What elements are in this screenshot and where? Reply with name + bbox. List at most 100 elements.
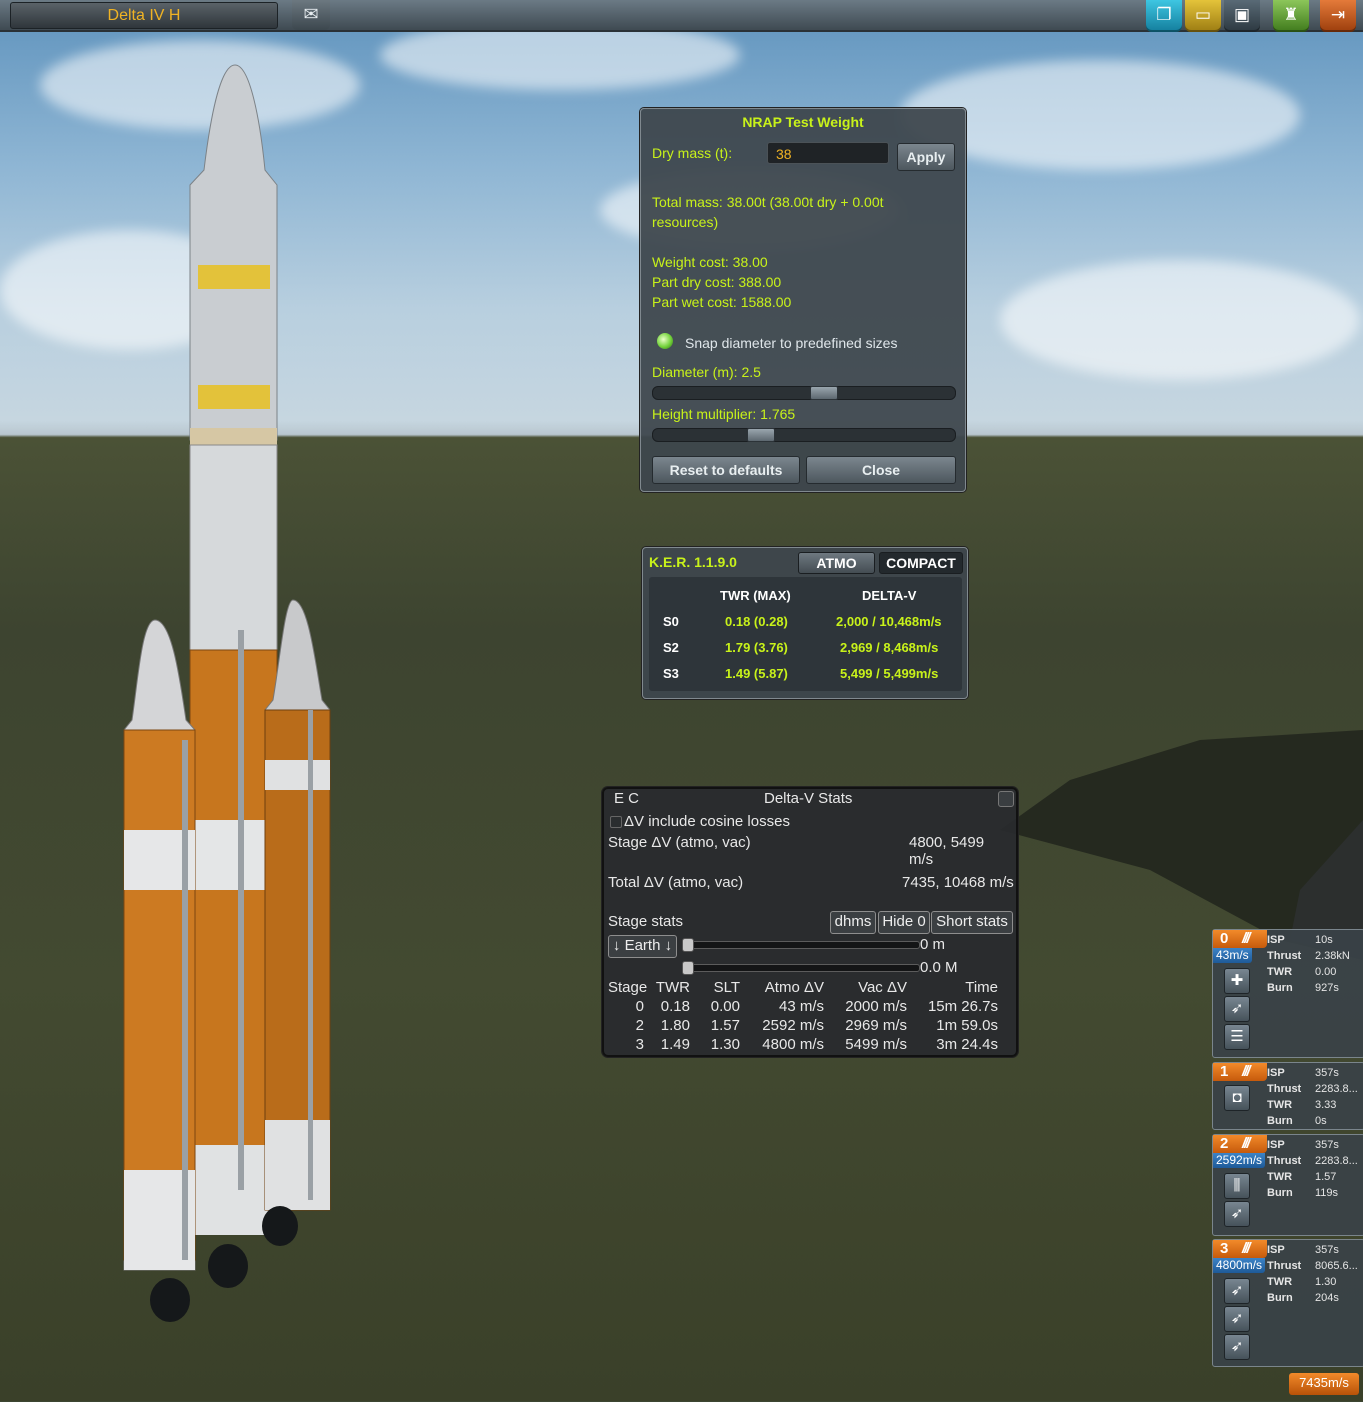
twr-value: 1.49 (5.87) — [725, 666, 788, 681]
stage-stat-label: TWR — [1267, 966, 1293, 978]
stage-stat-value: 204s — [1315, 1292, 1339, 1304]
ec-toggle[interactable]: E C — [614, 790, 639, 807]
diameter-label: Diameter (m): 2.5 — [652, 364, 761, 380]
stage-stats-label: Stage stats — [608, 913, 684, 930]
table-header-cell: TWR — [655, 979, 690, 996]
nrap-test-weight-window: NRAP Test Weight Dry mass (t): 38 Apply … — [640, 108, 966, 492]
short-stats-button[interactable]: Short stats — [931, 911, 1013, 934]
body-selector[interactable]: ↓ Earth ↓ — [608, 935, 677, 958]
stage-group-1[interactable]: 1 /// ISP 357s Thrust 2283.8... TWR 3.33 Burn 0s ◘ — [1212, 1062, 1363, 1130]
snap-diameter-toggle[interactable] — [657, 333, 673, 349]
table-cell: 43 m/s — [778, 998, 824, 1015]
dry-mass-input[interactable]: 38 — [767, 142, 889, 164]
twr-header: TWR (MAX) — [720, 588, 791, 603]
table-header-cell: Stage — [608, 979, 648, 996]
weight-cost-text: Weight cost: 38.00 — [652, 254, 768, 270]
cosine-checkbox[interactable] — [610, 816, 622, 828]
envelope-icon[interactable]: ✉ — [292, 0, 330, 30]
stage-index: 1 — [1220, 1063, 1229, 1080]
stage-stat-value: 357s — [1315, 1067, 1339, 1079]
delta-v-header: DELTA-V — [862, 588, 917, 603]
stage-stat-value: 2283.8... — [1315, 1083, 1358, 1095]
table-cell: 1.57 — [710, 1017, 740, 1034]
table-cell: 0 — [635, 998, 644, 1015]
stage-number: 2 /// — [1213, 1135, 1267, 1153]
stage-stat-label: ISP — [1267, 1067, 1285, 1079]
table-cell: 2969 m/s — [845, 1017, 907, 1034]
stage-stat-label: TWR — [1267, 1276, 1293, 1288]
fairing-icon[interactable]: ☰ — [1224, 1024, 1250, 1050]
diameter-slider-thumb[interactable] — [810, 386, 838, 400]
stage-stat-label: ISP — [1267, 1139, 1285, 1151]
vessel-name-field[interactable]: Delta IV H — [10, 2, 278, 29]
table-header-cell: Time — [965, 979, 998, 996]
new-file-icon[interactable]: ❐ — [1146, 0, 1182, 32]
stage-group-3[interactable]: 3 ///4800m/s ISP 357s Thrust 8065.6... TWR 1.30… — [1212, 1239, 1363, 1367]
altitude-slider-knob[interactable] — [682, 938, 694, 952]
stage-stat-value: 0.00 — [1315, 966, 1337, 978]
altitude-slider[interactable] — [690, 941, 920, 949]
floppy-icon[interactable]: ▣ — [1224, 0, 1260, 32]
ker-stage-table: TWR (MAX) DELTA-V S0 0.18 (0.28) 2,000 /… — [649, 577, 962, 691]
launch-pad-icon[interactable]: ♜ — [1273, 0, 1309, 32]
atmo-button[interactable]: ATMO — [798, 552, 875, 574]
engine-icon[interactable]: ➶ — [1224, 1334, 1250, 1360]
height-slider[interactable] — [652, 428, 956, 442]
decoupler-icon[interactable]: ✚ — [1224, 968, 1250, 994]
reset-defaults-button[interactable]: Reset to defaults — [652, 456, 800, 484]
stage-group-0[interactable]: 0 ///43m/s ISP 10s Thrust 2.38kN TWR 0.00 Burn 92… — [1212, 929, 1363, 1058]
stage-stat-label: ISP — [1267, 1244, 1285, 1256]
cosine-losses-label: ΔV include cosine losses — [624, 813, 790, 830]
mach-slider[interactable] — [690, 964, 920, 972]
table-cell: 0.00 — [710, 998, 740, 1015]
table-cell: 2000 m/s — [845, 998, 907, 1015]
apply-button[interactable]: Apply — [897, 143, 955, 171]
delta-v-stats-window: E C Delta-V Stats ΔV include cosine loss… — [602, 787, 1018, 1057]
separator-icon[interactable]: ⫼ — [1224, 1173, 1250, 1199]
close-button[interactable]: Close — [806, 456, 956, 484]
folder-icon[interactable]: ▭ — [1185, 0, 1221, 32]
engine-icon[interactable]: ➶ — [1224, 1278, 1250, 1304]
stage-number: 0 /// — [1213, 930, 1267, 948]
engine-icon[interactable]: ➶ — [1224, 1201, 1250, 1227]
engine-icon[interactable]: ➶ — [1224, 996, 1250, 1022]
engine-icon[interactable]: ➶ — [1224, 1306, 1250, 1332]
dhms-button[interactable]: dhms — [830, 911, 876, 934]
stage-stripe-icon: /// — [1242, 1240, 1250, 1257]
stage-stat-label: Thrust — [1267, 1155, 1302, 1167]
stage-stat-label: Burn — [1267, 1187, 1293, 1199]
stage-stat-label: Thrust — [1267, 1083, 1302, 1095]
stage-number: 1 /// — [1213, 1063, 1267, 1081]
stage-stat-label: Thrust — [1267, 1260, 1302, 1272]
dry-mass-label: Dry mass (t): — [652, 145, 733, 161]
twr-value: 0.18 (0.28) — [725, 614, 788, 629]
stage-stat-label: TWR — [1267, 1099, 1293, 1111]
mach-value: 0.0 M — [920, 959, 958, 976]
table-cell: 15m 26.7s — [927, 998, 998, 1015]
altitude-value: 0 m — [920, 936, 946, 953]
table-cell: 1.80 — [660, 1017, 690, 1034]
stage-stat-value: 1.30 — [1315, 1276, 1337, 1288]
stage-label: S0 — [663, 614, 679, 629]
total-dv-label: Total ΔV (atmo, vac) — [608, 874, 744, 891]
minimize-button[interactable] — [998, 791, 1014, 807]
clamp-icon[interactable]: ◘ — [1224, 1085, 1250, 1111]
exit-icon[interactable]: ⇥ — [1320, 0, 1356, 32]
stage-dv-value: 4800, 5499 — [909, 834, 985, 851]
stage-stripe-icon: /// — [1242, 930, 1250, 947]
stage-stat-label: Thrust — [1267, 950, 1302, 962]
mach-slider-knob[interactable] — [682, 961, 694, 975]
height-slider-thumb[interactable] — [747, 428, 775, 442]
compact-button[interactable]: COMPACT — [879, 552, 963, 574]
stage-index: 2 — [1220, 1135, 1229, 1152]
stage-stripe-icon: /// — [1242, 1135, 1250, 1152]
table-cell: 3 — [635, 1036, 644, 1053]
total-mass-text: Total mass: 38.00t (38.00t dry + 0.00t — [652, 194, 884, 210]
total-dv-value: 7435, 10468 m/s — [902, 874, 1014, 891]
stage-group-2[interactable]: 2 ///2592m/s ISP 357s Thrust 2283.8... TWR 1.57… — [1212, 1134, 1363, 1236]
hide-zero-button[interactable]: Hide 0 — [878, 911, 930, 934]
table-header-cell: Atmo ΔV — [764, 979, 824, 996]
stage-number: 3 /// — [1213, 1240, 1267, 1258]
stage-stat-value: 2.38kN — [1315, 950, 1350, 962]
diameter-slider[interactable] — [652, 386, 956, 400]
